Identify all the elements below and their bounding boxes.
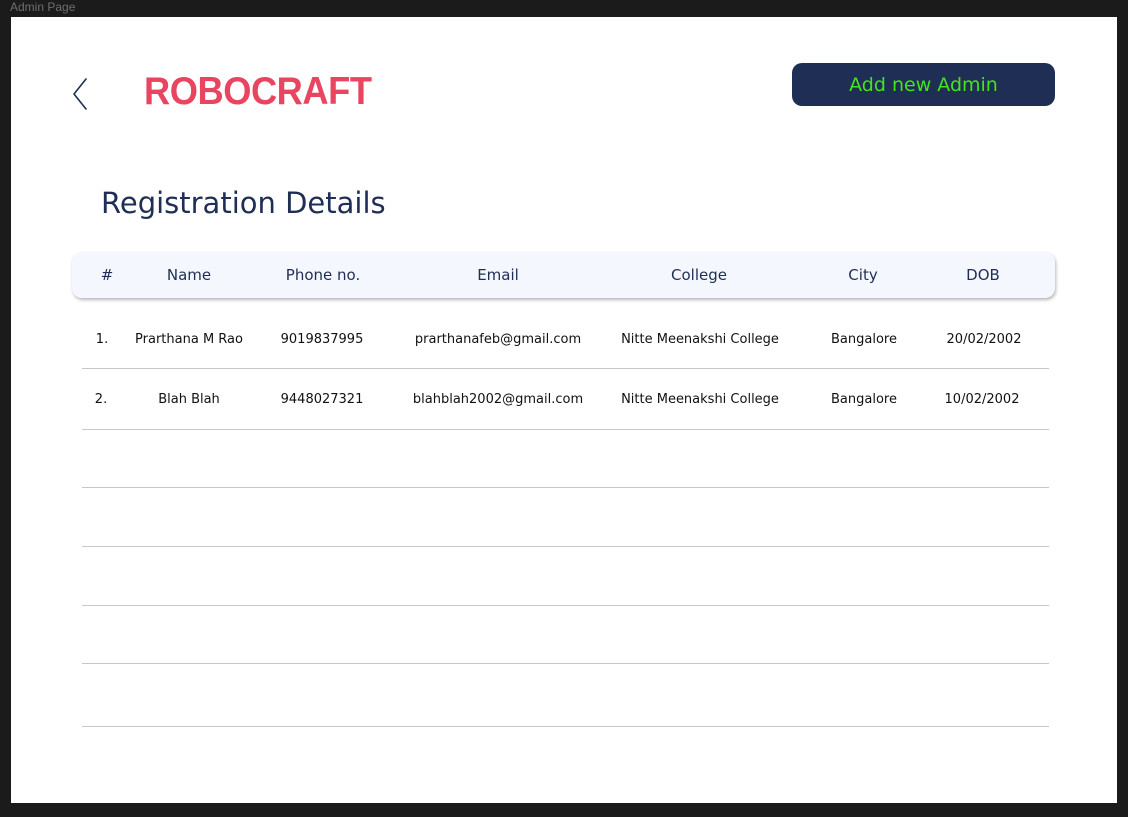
table-row: 2. Blah Blah 9448027321 blahblah2002@gma… [82,369,1049,430]
column-header-name: Name [166,266,212,284]
back-button[interactable] [69,76,93,112]
empty-table-row [82,547,1049,606]
cell-index: 1. [95,332,109,347]
cell-city: Bangalore [831,392,897,407]
column-header-email: Email [477,266,519,284]
cell-name: Prarthana M Rao [135,332,243,347]
cell-email: prarthanafeb@gmail.com [414,332,582,347]
column-header-index: # [100,266,114,284]
cell-index: 2. [94,392,108,407]
cell-dob: 10/02/2002 [944,392,1020,407]
chevron-left-icon [73,78,87,110]
brand-logo: ROBOCRAFT [144,70,372,113]
table-row: 1. Prarthana M Rao 9019837995 prarthanaf… [82,312,1049,369]
cell-name: Blah Blah [158,392,220,407]
cell-college: Nitte Meenakshi College [621,392,779,407]
column-header-college: College [671,266,727,284]
cell-email: blahblah2002@gmail.com [412,392,584,407]
cell-phone: 9019837995 [280,332,364,347]
add-new-admin-button[interactable]: Add new Admin [792,63,1055,106]
column-header-phone: Phone no. [285,266,361,284]
admin-page: ROBOCRAFT Add new Admin Registration Det… [11,17,1117,803]
window-title: Admin Page [10,0,76,14]
cell-phone: 9448027321 [280,392,364,407]
cell-city: Bangalore [831,332,897,347]
empty-table-row [82,606,1049,664]
page-title: Registration Details [101,186,386,220]
empty-table-row [82,488,1049,547]
cell-college: Nitte Meenakshi College [621,332,779,347]
column-header-dob: DOB [966,266,1000,284]
table-header: # Name Phone no. Email College City DOB [72,252,1055,298]
cell-dob: 20/02/2002 [946,332,1022,347]
empty-table-row [82,664,1049,727]
column-header-city: City [848,266,878,284]
empty-table-row [82,430,1049,488]
